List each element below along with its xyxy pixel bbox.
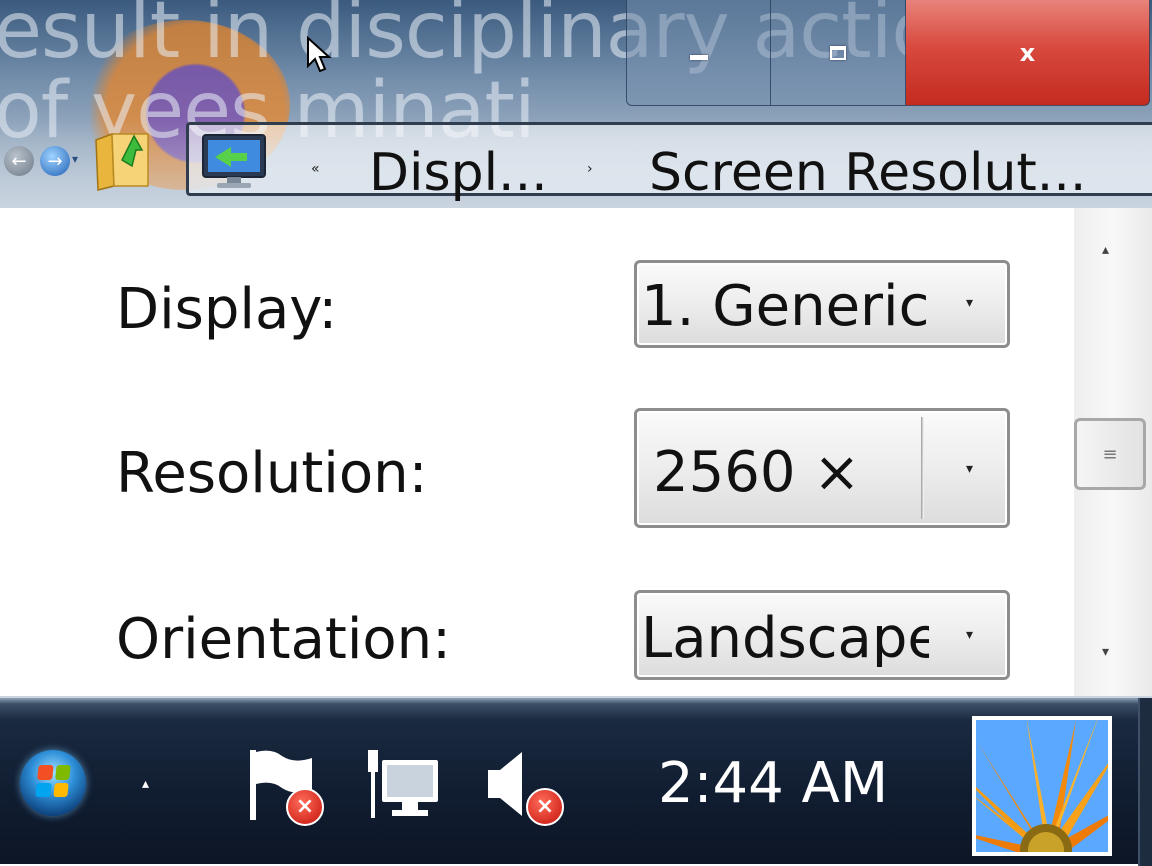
folder-up-icon[interactable] (92, 120, 152, 192)
start-button[interactable] (20, 750, 86, 816)
resolution-select-value: 2560 × (653, 445, 861, 501)
clock[interactable]: 2:44 AM (658, 756, 888, 812)
scroll-down-icon[interactable]: ▾ (1102, 644, 1109, 660)
show-hidden-icons-button[interactable]: ▴ (142, 776, 149, 792)
breadcrumb-display[interactable]: Displ... (369, 147, 548, 199)
minimize-icon (689, 55, 708, 60)
breadcrumb-separator[interactable]: › (587, 161, 593, 177)
orientation-label: Orientation: (116, 607, 452, 672)
action-center-flag-icon[interactable]: × (242, 746, 326, 826)
vertical-scrollbar[interactable]: ▴ ≡ ▾ (1074, 208, 1152, 696)
error-badge-icon: × (286, 788, 324, 826)
forward-arrow-icon: → (47, 150, 63, 172)
breadcrumb-screen-resolution[interactable]: Screen Resolut... (649, 147, 1086, 199)
network-icon[interactable] (362, 746, 446, 826)
windows-logo-icon (35, 765, 71, 797)
scrollbar-thumb[interactable]: ≡ (1074, 418, 1146, 490)
back-arrow-icon: ← (11, 150, 27, 172)
display-settings-icon (202, 134, 266, 188)
address-bar[interactable]: « Displ... › Screen Resolut... (186, 122, 1152, 199)
window-titlebar: esult in disciplinary action, up to of y… (0, 0, 1152, 208)
close-button[interactable]: x (906, 0, 1150, 106)
orientation-select-value: Landscape (641, 611, 929, 667)
user-picture-avatar[interactable] (972, 716, 1112, 856)
caption-buttons: x (626, 0, 1150, 108)
chevron-down-icon: ▾ (965, 627, 973, 643)
display-select-value: 1. Generic N (641, 279, 929, 335)
restore-button[interactable] (771, 0, 906, 106)
breadcrumb-overflow-chevron[interactable]: « (311, 161, 320, 177)
display-select[interactable]: 1. Generic N ▾ (634, 260, 1010, 348)
close-icon: x (1019, 38, 1036, 67)
resolution-label: Resolution: (116, 441, 428, 506)
settings-panel: Display: 1. Generic N ▾ Resolution: 2560… (0, 208, 1074, 696)
forward-button[interactable]: → (40, 146, 70, 176)
taskbar: ▴ × × 2:44 AM (0, 696, 1152, 866)
recent-pages-dropdown[interactable]: ▾ (72, 152, 78, 166)
show-desktop-button[interactable] (1138, 698, 1152, 866)
chevron-down-icon: ▾ (965, 295, 973, 311)
mute-badge-icon: × (526, 788, 564, 826)
minimize-button[interactable] (626, 0, 771, 106)
scroll-up-icon[interactable]: ▴ (1102, 242, 1109, 258)
flower-image-icon (976, 720, 1108, 852)
volume-icon[interactable]: × (482, 746, 566, 826)
back-button[interactable]: ← (4, 146, 34, 176)
mouse-cursor-icon (307, 36, 332, 73)
split-button-divider (921, 417, 924, 519)
grip-icon: ≡ (1102, 443, 1118, 465)
resolution-select[interactable]: 2560 × ▾ (634, 408, 1010, 528)
chevron-down-icon[interactable]: ▾ (966, 461, 973, 477)
restore-icon (830, 45, 846, 60)
display-label: Display: (116, 277, 338, 342)
orientation-select[interactable]: Landscape ▾ (634, 590, 1010, 680)
